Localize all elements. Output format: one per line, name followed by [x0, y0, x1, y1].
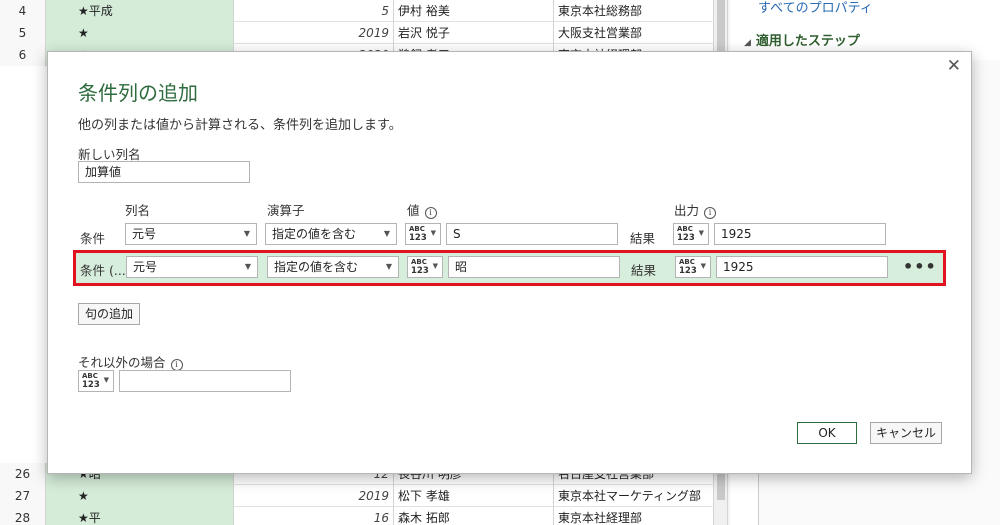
ok-button[interactable]: OK — [797, 422, 857, 444]
cell-era: ★平 — [46, 507, 234, 525]
output-value-input[interactable]: 1925 — [714, 223, 886, 245]
all-properties-link[interactable]: すべてのプロパティ — [758, 0, 873, 16]
row-number: 28 — [0, 507, 46, 525]
output-header-label: 出力 — [674, 203, 700, 218]
result-label: 結果 — [630, 231, 656, 246]
dropdown-value: 元号 — [132, 227, 157, 241]
row-number: 26 — [0, 463, 46, 485]
cancel-button[interactable]: キャンセル — [870, 422, 942, 444]
condition-column-dropdown[interactable]: 元号 ▼ — [125, 223, 257, 245]
row-number: 5 — [0, 22, 46, 44]
info-icon[interactable]: i — [424, 207, 437, 219]
else-type-button[interactable]: ABC 123 ▼ — [78, 370, 114, 392]
cell-era: ★ — [46, 485, 234, 507]
chevron-down-icon: ▼ — [698, 229, 704, 237]
table-row[interactable]: 4 ★平成 5 伊村 裕美 東京本社総務部 — [0, 0, 714, 22]
column-header: 列名 — [125, 203, 151, 218]
collapse-triangle-icon: ◢ — [744, 38, 751, 48]
cell-name: 森木 拓郎 — [394, 507, 554, 525]
cell-dept: 大阪支社営業部 — [558, 26, 643, 40]
chevron-down-icon: ▼ — [243, 229, 250, 238]
abc-type-icon: ABC — [82, 372, 98, 380]
cell-name: 松下 孝雄 — [394, 485, 554, 507]
applied-steps-label: 適用したステップ — [755, 34, 860, 49]
value-header-label: 値 — [407, 203, 420, 218]
add-clause-button[interactable]: 句の追加 — [78, 303, 140, 325]
cell-dept: 東京本社総務部 — [558, 4, 643, 18]
cell-year: 2019 — [234, 485, 394, 507]
cell-name: 岩沢 悦子 — [394, 22, 554, 44]
condition-label: 条件 — [80, 231, 106, 246]
new-column-name-input[interactable]: 加算値 — [78, 161, 250, 183]
info-icon[interactable]: i — [704, 207, 717, 219]
chevron-down-icon: ▼ — [383, 229, 390, 238]
number-type-icon: 123 — [82, 380, 100, 390]
row-number: 4 — [0, 0, 46, 22]
abc-type-icon: ABC — [677, 225, 693, 233]
applied-steps-header[interactable]: ◢ 適用したステップ — [744, 30, 860, 49]
cell-era: ★ — [46, 22, 234, 44]
dialog-description: 他の列または値から計算される、条件列を追加します。 — [78, 118, 402, 133]
else-value-input[interactable] — [119, 370, 291, 392]
table-row[interactable]: 5 ★ 2019 岩沢 悦子 大阪支社営業部 — [0, 22, 714, 44]
row-number: 6 — [0, 44, 46, 66]
number-type-icon: 123 — [677, 233, 695, 243]
condition-operator-dropdown[interactable]: 指定の値を含む ▼ — [265, 223, 397, 245]
condition-value-input[interactable]: S — [446, 223, 618, 245]
cell-year: 16 — [234, 507, 394, 525]
highlight-annotation-box — [73, 250, 946, 286]
add-conditional-column-dialog: ✕ 条件列の追加 他の列または値から計算される、条件列を追加します。 新しい列名… — [47, 51, 972, 474]
dropdown-value: 指定の値を含む — [272, 227, 357, 241]
close-icon[interactable]: ✕ — [947, 56, 961, 76]
dialog-title: 条件列の追加 — [78, 81, 198, 105]
chevron-down-icon: ▼ — [430, 229, 436, 237]
number-type-icon: 123 — [409, 233, 427, 243]
cell-dept: 東京本社マーケティング部 — [558, 489, 702, 503]
else-label-text: それ以外の場合 — [78, 355, 166, 370]
table-row[interactable]: 28 ★平 16 森木 拓郎 東京本社経理部 — [0, 507, 714, 525]
value-header: 値i — [407, 200, 437, 219]
cell-era: ★平成 — [46, 0, 234, 22]
cell-year: 2019 — [234, 22, 394, 44]
abc-type-icon: ABC — [409, 225, 425, 233]
value-type-button[interactable]: ABC 123 ▼ — [405, 223, 441, 245]
else-label: それ以外の場合 i — [78, 352, 183, 371]
cell-dept: 東京本社経理部 — [558, 511, 643, 525]
operator-header: 演算子 — [267, 203, 305, 218]
output-header: 出力 i — [674, 200, 717, 219]
output-type-button[interactable]: ABC 123 ▼ — [673, 223, 709, 245]
table-row[interactable]: 27 ★ 2019 松下 孝雄 東京本社マーケティング部 — [0, 485, 714, 507]
cell-year: 5 — [234, 0, 394, 22]
cell-name: 伊村 裕美 — [394, 0, 554, 22]
row-number: 27 — [0, 485, 46, 507]
chevron-down-icon: ▼ — [103, 376, 109, 384]
